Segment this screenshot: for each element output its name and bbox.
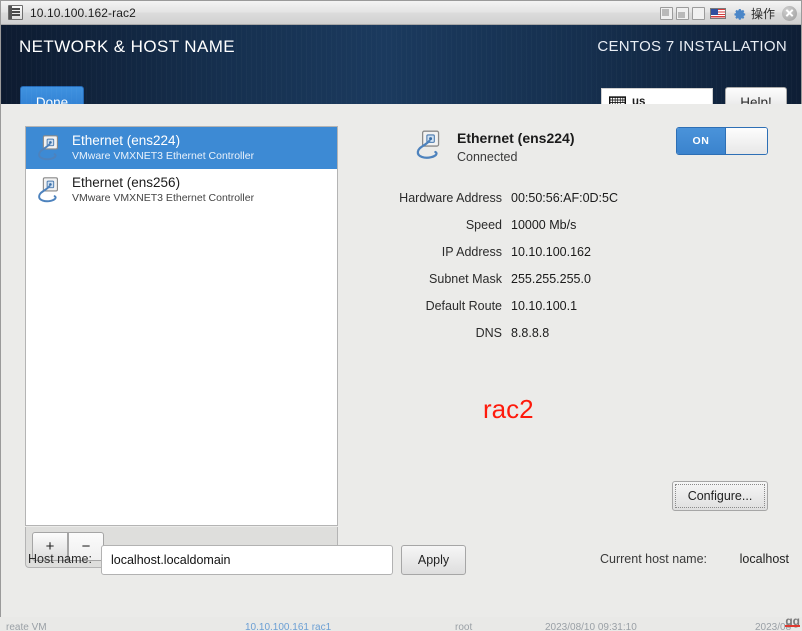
device-on-off-toggle[interactable]: ON [676,127,768,155]
property-key: Hardware Address [399,190,502,205]
annotation-text: rac2 [483,394,534,424]
gear-icon[interactable] [732,6,747,21]
main-content: Ethernet (ens224) VMware VMXNET3 Etherne… [1,104,802,618]
terminal-icon [8,5,23,20]
property-row: DNS 8.8.8.8 [347,319,789,346]
current-hostname-label: Current host name: [600,552,707,566]
keyboard-icon [609,96,626,104]
configure-button[interactable]: Configure... [672,481,768,511]
property-row: Default Route 10.10.100.1 [347,292,789,319]
property-value: 255.255.255.0 [511,271,591,286]
property-key: Speed [465,217,502,232]
background-strip: CSDN @佩奇大魔王 reate VM 10.10.100.161 rac1 … [0,617,802,631]
current-hostname-value: localhost [739,552,789,566]
network-device-list[interactable]: Ethernet (ens224) VMware VMXNET3 Etherne… [25,126,338,526]
property-value: 8.8.8.8 [511,325,550,340]
product-label: CENTOS 7 INSTALLATION [597,38,787,55]
minimize-icon[interactable] [659,6,673,20]
hostname-label: Host name: [28,552,92,566]
list-item[interactable]: Ethernet (ens256) VMware VMXNET3 Etherne… [26,169,337,211]
device-description: VMware VMXNET3 Ethernet Controller [72,149,255,162]
detail-device-name: Ethernet (ens224) [457,130,575,146]
detail-connection-state: Connected [457,150,518,164]
application-window: 10.10.100.162-rac2 操作 NETWORK & HOST NAM… [0,0,802,618]
clipped-text: root [455,622,473,631]
clipped-text: reate VM [6,622,47,631]
property-value: 00:50:56:AF:0D:5C [511,190,619,205]
list-item[interactable]: Ethernet (ens224) VMware VMXNET3 Etherne… [26,127,337,169]
watermark: CSDN @佩奇大魔王 [657,617,794,619]
device-text: Ethernet (ens256) VMware VMXNET3 Etherne… [72,175,255,204]
ethernet-icon [38,135,58,161]
clipped-text: 2023/08/10 09:31:10 [545,622,637,631]
apply-button[interactable]: Apply [401,545,466,575]
operations-label[interactable]: 操作 [751,5,775,22]
window-titlebar: 10.10.100.162-rac2 操作 [1,1,801,25]
installer-header: NETWORK & HOST NAME Done CENTOS 7 INSTAL… [1,25,801,104]
device-name: Ethernet (ens224) [72,133,181,149]
watermark-badge: gg [785,617,800,628]
property-value: 10000 Mb/s [511,217,577,232]
toggle-knob [725,128,767,154]
device-header: Ethernet (ens224) Connected ON [347,126,789,180]
window-controls: 操作 [659,1,797,25]
close-icon[interactable] [782,5,797,21]
restore-icon[interactable] [675,6,689,20]
maximize-icon[interactable] [691,6,705,20]
keyboard-layout-indicator[interactable]: us [601,88,713,104]
screenshot-root: 10.10.100.162-rac2 操作 NETWORK & HOST NAM… [0,0,802,631]
help-button[interactable]: Help! [725,87,787,104]
property-key: IP Address [441,244,502,259]
keyboard-layout-label: us [632,96,646,104]
us-flag-icon[interactable] [709,7,726,19]
device-properties: Hardware Address 00:50:56:AF:0D:5C Speed… [347,184,789,346]
ethernet-icon [38,177,58,203]
toggle-on-label: ON [677,128,725,154]
window-title: 10.10.100.162-rac2 [30,5,136,20]
page-title: NETWORK & HOST NAME [19,37,236,56]
property-row: Hardware Address 00:50:56:AF:0D:5C [347,184,789,211]
property-row: IP Address 10.10.100.162 [347,238,789,265]
device-description: VMware VMXNET3 Ethernet Controller [72,191,255,204]
property-key: Default Route [425,298,502,313]
property-value: 10.10.100.162 [511,244,591,259]
property-row: Speed 10000 Mb/s [347,211,789,238]
device-name: Ethernet (ens256) [72,175,181,191]
property-key: Subnet Mask [429,271,502,286]
property-row: Subnet Mask 255.255.255.0 [347,265,789,292]
property-value: 10.10.100.1 [511,298,578,313]
hostname-input[interactable] [101,545,393,575]
hostname-row: Host name: Apply Current host name: loca… [1,541,802,581]
done-button[interactable]: Done [20,86,84,104]
device-text: Ethernet (ens224) VMware VMXNET3 Etherne… [72,133,255,162]
clipped-background-row: reate VM 10.10.100.161 rac1 root 2023/08… [0,622,802,631]
clipped-text: 10.10.100.161 rac1 [245,622,332,631]
property-key: DNS [475,325,502,340]
ethernet-icon [416,130,440,159]
